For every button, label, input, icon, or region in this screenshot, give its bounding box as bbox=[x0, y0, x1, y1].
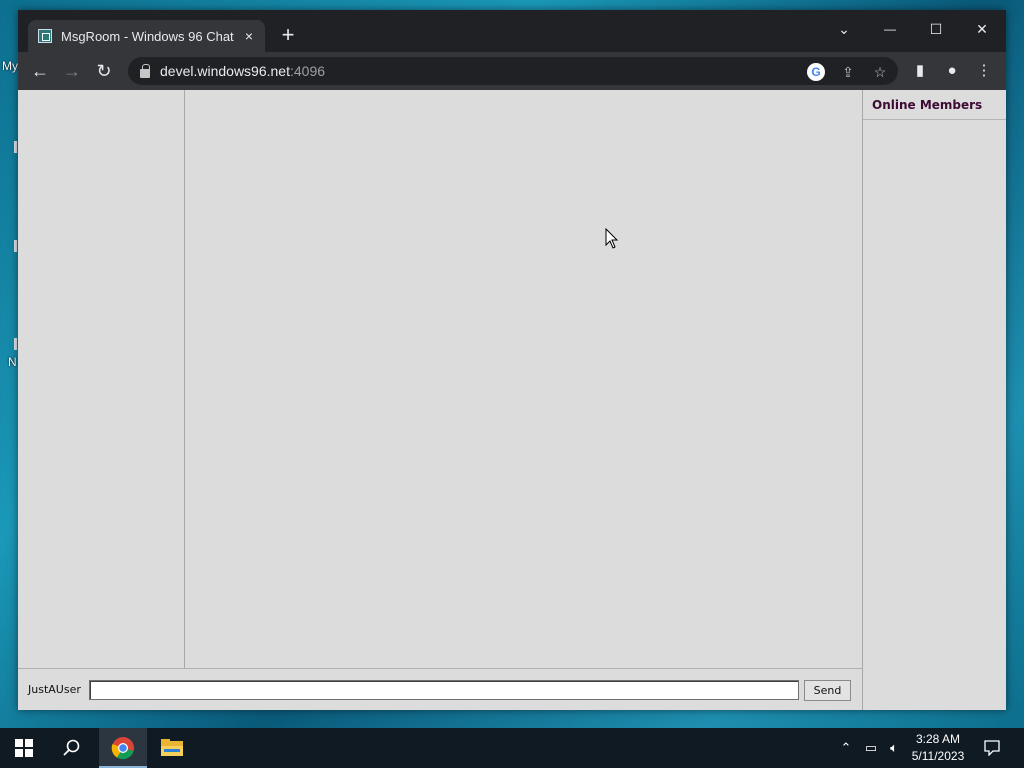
new-tab-button[interactable]: + bbox=[278, 24, 298, 46]
messages-pane bbox=[185, 90, 862, 668]
desktop-icon-fragment bbox=[14, 240, 17, 252]
back-button[interactable]: ← bbox=[26, 57, 54, 85]
file-explorer-icon[interactable] bbox=[148, 728, 196, 768]
side-panel-icon[interactable]: ▮ bbox=[910, 61, 930, 81]
username-label: JustAUser bbox=[28, 683, 81, 696]
rooms-pane bbox=[18, 90, 185, 668]
desktop-icon-fragment bbox=[14, 141, 17, 153]
message-input[interactable] bbox=[89, 680, 799, 700]
chevron-up-icon[interactable]: ⌃ bbox=[836, 728, 856, 768]
tab-title: MsgRoom - Windows 96 Chat bbox=[61, 28, 234, 44]
url-port: :4096 bbox=[289, 63, 326, 79]
close-window-button[interactable]: ✕ bbox=[962, 14, 1002, 44]
desktop-icon-label-my: My bbox=[2, 59, 18, 73]
chrome-icon[interactable] bbox=[99, 728, 147, 768]
tab-close-icon[interactable]: × bbox=[241, 28, 257, 44]
menu-icon[interactable]: ⋮ bbox=[974, 61, 994, 81]
tab-search-button[interactable]: ⌄ bbox=[824, 14, 864, 44]
search-icon[interactable] bbox=[48, 728, 96, 768]
tab-msgroom[interactable]: MsgRoom - Windows 96 Chat × bbox=[28, 20, 265, 52]
lock-icon[interactable] bbox=[140, 63, 150, 78]
send-button[interactable]: Send bbox=[804, 680, 851, 701]
desktop-icon-label-n: N bbox=[8, 355, 17, 369]
site-favicon-icon bbox=[38, 29, 52, 43]
reload-button[interactable]: ↻ bbox=[90, 57, 118, 85]
forward-button[interactable]: → bbox=[58, 57, 86, 85]
minimize-button[interactable]: — bbox=[870, 14, 910, 44]
message-composer: JustAUser Send bbox=[18, 668, 862, 710]
notification-icon[interactable] bbox=[980, 728, 1004, 768]
clock-time: 3:28 AM bbox=[915, 732, 961, 746]
maximize-button[interactable]: ☐ bbox=[916, 14, 956, 44]
share-icon[interactable]: ⇪ bbox=[839, 63, 857, 81]
browser-toolbar: ← → ↻ devel.windows96.net :4096 G ⇪ ☆ ▮ … bbox=[18, 52, 1006, 90]
clock-date: 5/11/2023 bbox=[911, 749, 965, 763]
online-members-pane: Online Members bbox=[862, 90, 1006, 710]
desktop-icon-fragment bbox=[14, 338, 17, 350]
browser-window: MsgRoom - Windows 96 Chat × + ⌄ — ☐ ✕ ← … bbox=[18, 10, 1006, 710]
online-members-title: Online Members bbox=[863, 90, 1006, 120]
clock[interactable]: 3:28 AM 5/11/2023 bbox=[900, 731, 976, 765]
network-icon[interactable]: ▭ bbox=[860, 728, 882, 768]
url-host: devel.windows96.net bbox=[160, 63, 290, 79]
taskbar: ⌃ ▭ 🔈︎ 3:28 AM 5/11/2023 bbox=[0, 728, 1024, 768]
star-icon[interactable]: ☆ bbox=[871, 63, 889, 81]
msgroom-page: Online Members JustAUser Send bbox=[18, 90, 1006, 710]
start-icon[interactable] bbox=[0, 728, 48, 768]
profile-icon[interactable]: ● bbox=[942, 61, 962, 81]
address-bar[interactable]: devel.windows96.net :4096 G ⇪ ☆ bbox=[128, 57, 898, 85]
mouse-cursor-icon bbox=[605, 228, 619, 249]
google-icon[interactable]: G bbox=[807, 63, 825, 81]
tab-strip: MsgRoom - Windows 96 Chat × + ⌄ — ☐ ✕ bbox=[18, 10, 1006, 52]
